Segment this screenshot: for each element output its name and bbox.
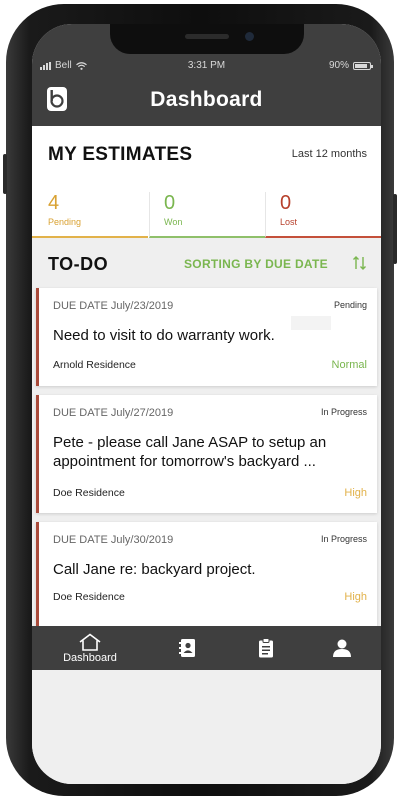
battery-icon bbox=[353, 61, 373, 70]
volume-button bbox=[3, 154, 7, 194]
task-priority: High bbox=[344, 591, 367, 603]
contacts-icon bbox=[179, 639, 195, 657]
task-status: In Progress bbox=[320, 534, 367, 544]
empty-area bbox=[32, 670, 381, 784]
task-status: In Progress bbox=[320, 407, 367, 417]
estimate-stat-won[interactable]: 0 Won bbox=[149, 192, 265, 238]
tab-contacts[interactable] bbox=[170, 626, 206, 670]
task-priority: High bbox=[344, 487, 367, 499]
pending-label: Pending bbox=[48, 217, 82, 227]
battery-group: 90% bbox=[328, 60, 373, 71]
todo-title: TO-DO bbox=[48, 254, 109, 274]
tab-bar: Dashboard bbox=[32, 626, 381, 670]
todo-card[interactable]: DUE DATE July/23/2019 Pending Need to vi… bbox=[36, 288, 377, 386]
estimates-section: MY ESTIMATES Last 12 months 4 Pending 0 … bbox=[32, 126, 381, 238]
sort-label[interactable]: SORTING BY DUE DATE bbox=[184, 257, 328, 271]
pending-count: 4 bbox=[48, 192, 60, 214]
tab-dashboard[interactable]: Dashboard bbox=[52, 626, 128, 670]
todo-header: TO-DO SORTING BY DUE DATE bbox=[32, 240, 381, 288]
task-description: Call Jane re: backyard project. bbox=[53, 561, 256, 578]
task-description: Pete - please call Jane ASAP to setup an… bbox=[53, 434, 327, 470]
due-date: DUE DATE July/27/2019 bbox=[53, 407, 174, 419]
profile-icon bbox=[333, 639, 351, 657]
tab-estimates[interactable] bbox=[248, 626, 284, 670]
screen: Bell 3:31 PM 90% Dashboard MY ESTIMATES … bbox=[32, 24, 381, 784]
clipboard-icon bbox=[259, 638, 273, 658]
lost-count: 0 bbox=[280, 192, 292, 214]
tab-profile[interactable] bbox=[324, 626, 360, 670]
side-button bbox=[393, 194, 397, 264]
estimate-stat-pending[interactable]: 4 Pending bbox=[32, 192, 148, 238]
tab-dashboard-label: Dashboard bbox=[63, 651, 117, 664]
due-date: DUE DATE July/23/2019 bbox=[53, 300, 174, 312]
task-status: Pending bbox=[333, 300, 367, 310]
speaker bbox=[185, 34, 229, 39]
task-location: Doe Residence bbox=[53, 487, 125, 499]
estimates-title: MY ESTIMATES bbox=[48, 144, 193, 165]
task-location: Arnold Residence bbox=[53, 359, 136, 371]
won-label: Won bbox=[164, 217, 183, 227]
task-description: Need to visit to do warranty work. bbox=[53, 327, 275, 344]
lost-label: Lost bbox=[280, 217, 298, 227]
won-count: 0 bbox=[164, 192, 176, 214]
status-bar: Bell 3:31 PM 90% bbox=[32, 58, 381, 74]
camera bbox=[245, 32, 254, 41]
notch bbox=[110, 24, 304, 54]
battery-percent: 90% bbox=[328, 60, 349, 71]
due-date: DUE DATE July/30/2019 bbox=[53, 534, 174, 546]
todo-card[interactable]: DUE DATE July/30/2019 In Progress Call J… bbox=[36, 522, 377, 626]
phone-frame: Bell 3:31 PM 90% Dashboard MY ESTIMATES … bbox=[3, 4, 397, 796]
todo-card[interactable]: DUE DATE July/27/2019 In Progress Pete -… bbox=[36, 395, 377, 513]
page-title: Dashboard bbox=[150, 88, 263, 111]
task-priority: Normal bbox=[331, 359, 367, 371]
estimates-range[interactable]: Last 12 months bbox=[292, 148, 367, 160]
task-location: Doe Residence bbox=[53, 591, 125, 603]
estimate-stat-lost[interactable]: 0 Lost bbox=[265, 192, 381, 238]
sort-icon[interactable] bbox=[351, 254, 369, 272]
home-icon bbox=[79, 633, 101, 651]
